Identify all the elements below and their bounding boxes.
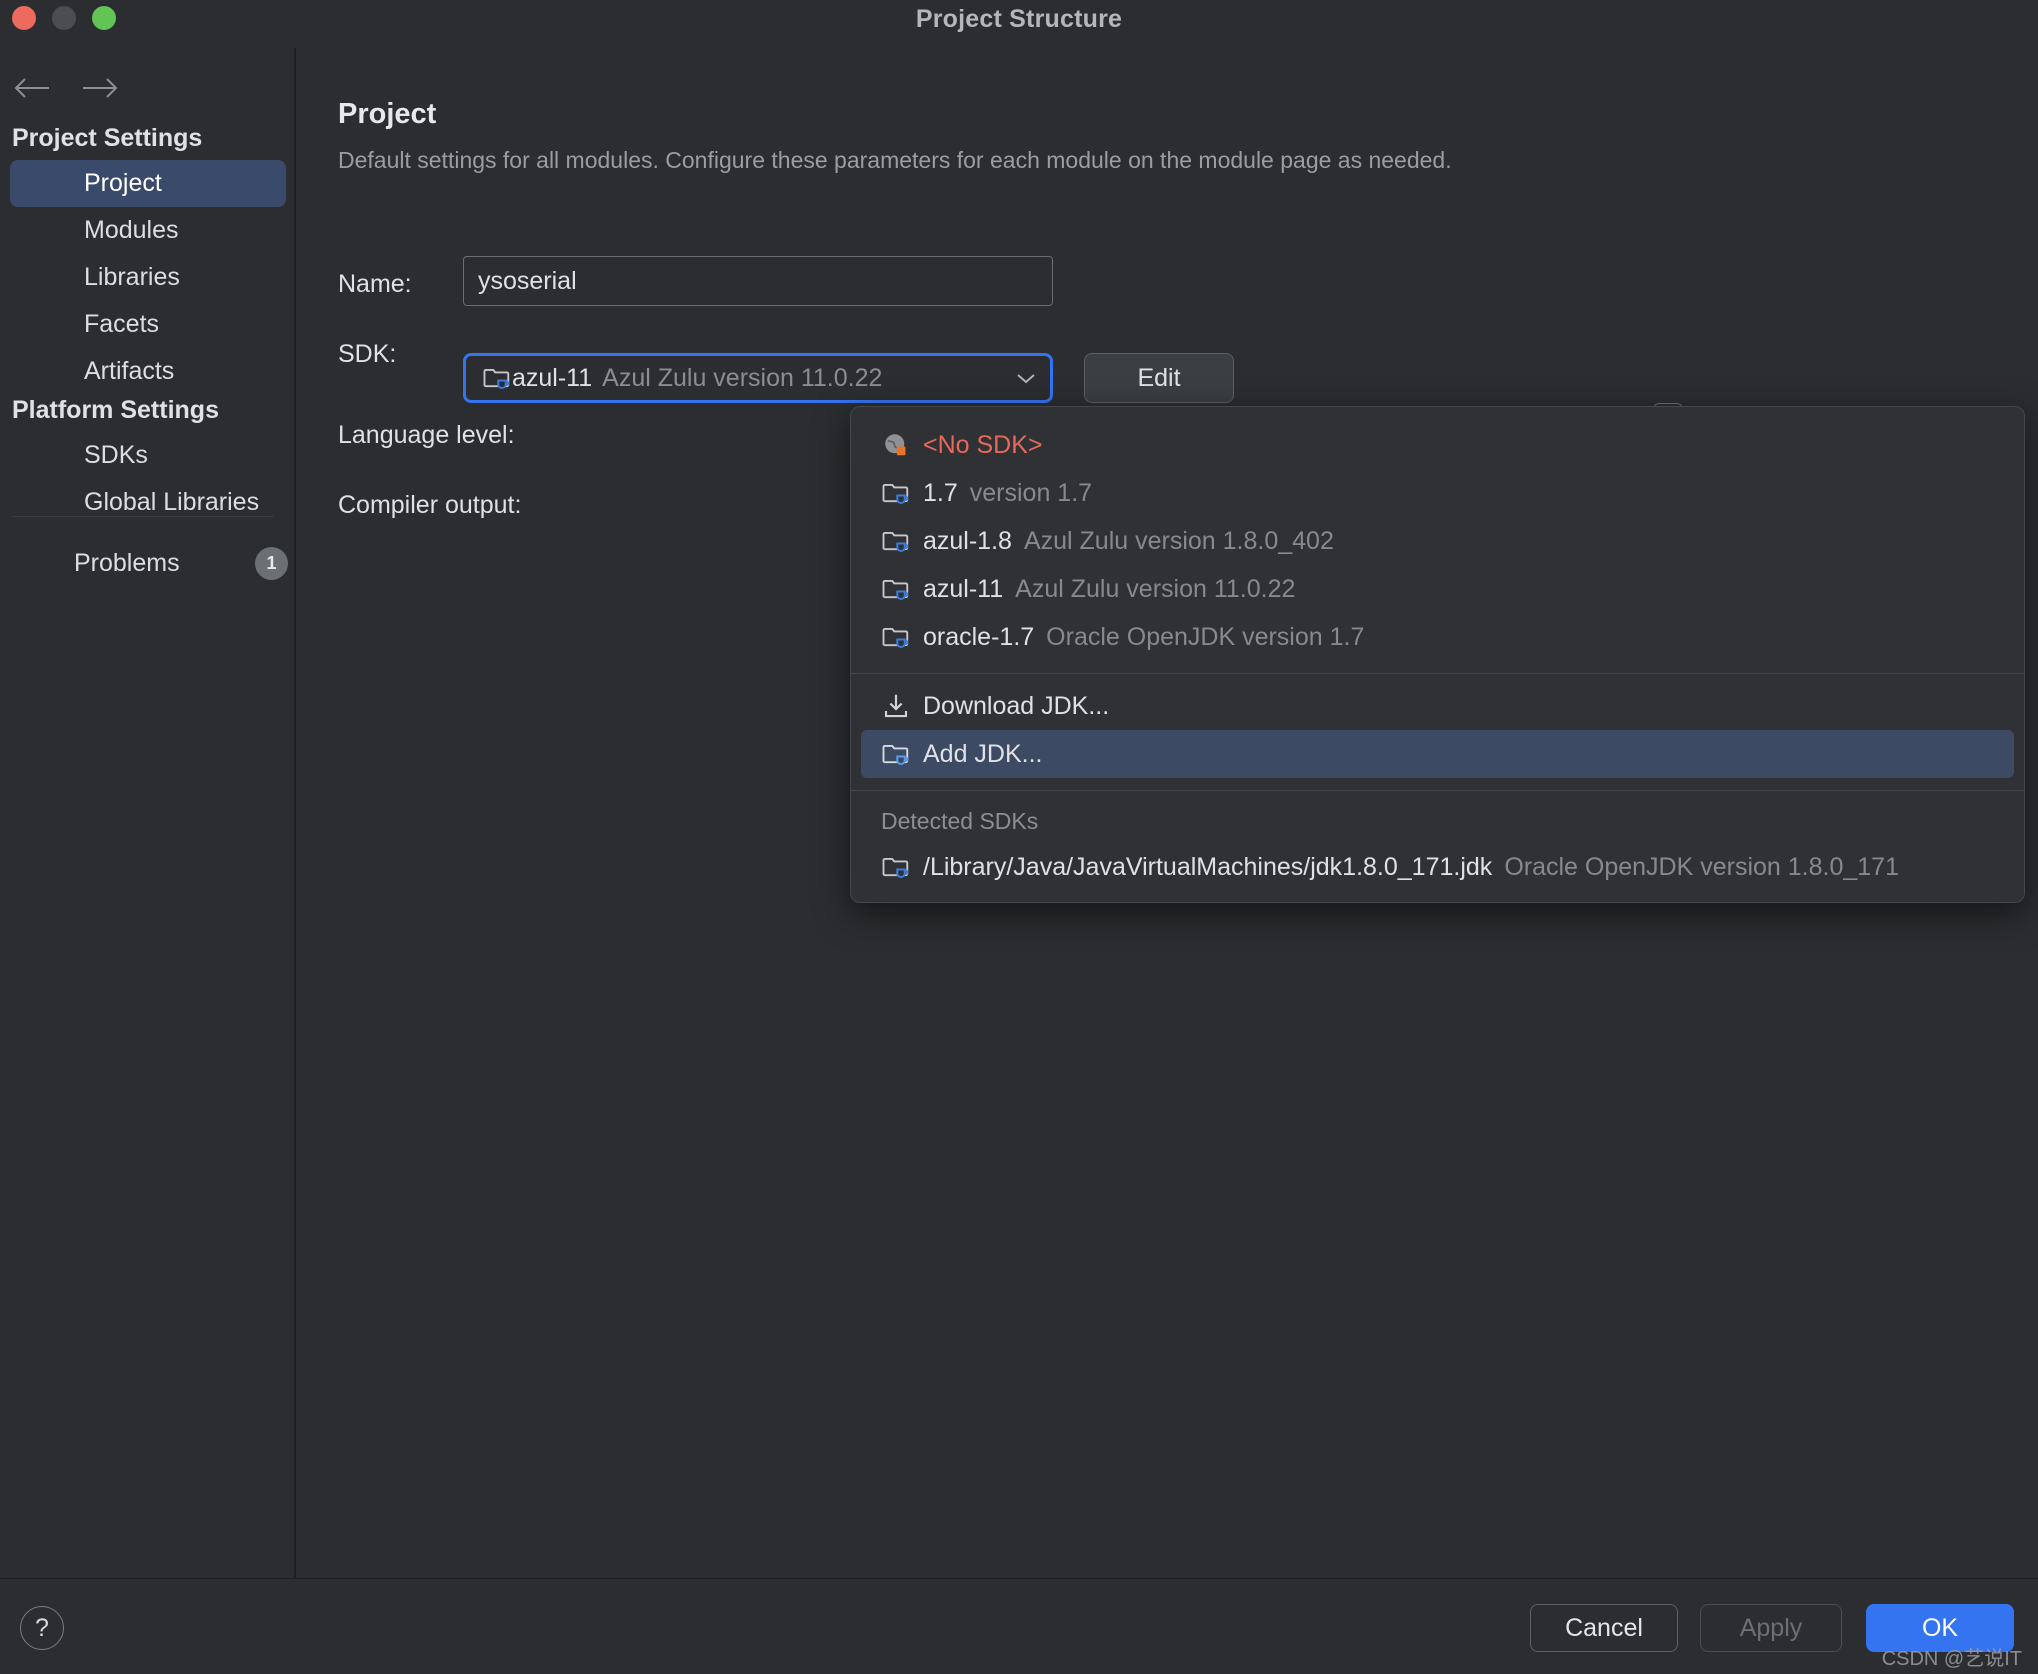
sdk-combobox[interactable]: azul-11 Azul Zulu version 11.0.22 [463, 353, 1053, 403]
apply-button[interactable]: Apply [1700, 1604, 1842, 1652]
compiler-output-field-label: Compiler output: [338, 491, 521, 520]
sidebar-item-label: Problems [0, 549, 180, 578]
sdk-option-name: azul-11 [923, 575, 1003, 604]
language-level-field-label: Language level: [338, 421, 515, 450]
sidebar-item-label: Artifacts [84, 357, 174, 385]
sdk-name: azul-11 [512, 364, 592, 393]
sidebar-item-label: Modules [84, 216, 179, 244]
sdk-option-name: /Library/Java/JavaVirtualMachines/jdk1.8… [923, 853, 1492, 882]
sdk-field-label: SDK: [338, 340, 396, 369]
window-title: Project Structure [0, 0, 2038, 48]
sidebar-item-problems[interactable]: Problems 1 [0, 541, 296, 585]
jdk-icon [881, 574, 911, 604]
sidebar-item-label: Facets [84, 310, 159, 338]
sdk-option-1-7[interactable]: 1.7 version 1.7 [851, 469, 2024, 517]
help-button[interactable]: ? [20, 1606, 64, 1650]
sdk-description: Azul Zulu version 11.0.22 [602, 364, 882, 393]
sidebar-item-label: Global Libraries [84, 488, 259, 516]
sdk-action-label: Download JDK... [923, 692, 1109, 721]
edit-sdk-button-label: Edit [1137, 364, 1180, 393]
dialog-footer: ? Cancel Apply OK CSDN @艺说IT [0, 1578, 2038, 1674]
sdk-combobox-value: azul-11 Azul Zulu version 11.0.22 [512, 364, 1012, 393]
sdk-detected-jdk-1-8-0-171[interactable]: /Library/Java/JavaVirtualMachines/jdk1.8… [851, 843, 2024, 891]
project-settings-panel: Project Default settings for all modules… [298, 48, 2038, 1578]
page-title: Project [338, 98, 436, 131]
popup-divider [851, 790, 2024, 791]
sdk-option-name: oracle-1.7 [923, 623, 1034, 652]
jdk-icon [881, 478, 911, 508]
sdk-option-azul-11[interactable]: azul-11 Azul Zulu version 11.0.22 [851, 565, 2024, 613]
sdk-option-azul-1-8[interactable]: azul-1.8 Azul Zulu version 1.8.0_402 [851, 517, 2024, 565]
problems-count-badge: 1 [255, 547, 288, 580]
project-structure-window: Project Structure Project Settings Proje… [0, 0, 2038, 1674]
edit-sdk-button[interactable]: Edit [1084, 353, 1234, 403]
sdk-option-name: 1.7 [923, 479, 958, 508]
sdk-action-label: Add JDK... [923, 740, 1043, 769]
chevron-down-icon[interactable] [1012, 364, 1040, 392]
page-subtitle: Default settings for all modules. Config… [338, 147, 1452, 174]
jdk-icon [482, 363, 512, 393]
sidebar-item-modules[interactable]: Modules [10, 207, 286, 254]
title-bar: Project Structure [0, 0, 2038, 48]
sdk-dropdown-list: <No SDK> 1.7 version 1.7 [851, 407, 2024, 891]
sidebar-group-header: Platform Settings [0, 388, 296, 432]
name-field-label: Name: [338, 270, 412, 299]
jdk-icon [881, 739, 911, 769]
sdk-option-no-sdk[interactable]: <No SDK> [851, 421, 2024, 469]
sidebar-item-label: SDKs [84, 441, 148, 469]
sdk-option-oracle-1-7[interactable]: oracle-1.7 Oracle OpenJDK version 1.7 [851, 613, 2024, 661]
help-icon: ? [35, 1614, 49, 1643]
sdk-action-add-jdk[interactable]: Add JDK... [861, 730, 2014, 778]
sdk-option-desc: Azul Zulu version 11.0.22 [1015, 575, 1295, 604]
sidebar-item-label: Libraries [84, 263, 180, 291]
sdk-option-desc: Oracle OpenJDK version 1.7 [1046, 623, 1364, 652]
sidebar-divider [12, 516, 274, 517]
apply-button-label: Apply [1740, 1614, 1803, 1643]
project-name-input[interactable] [463, 256, 1053, 306]
detected-sdks-caption: Detected SDKs [851, 799, 2024, 843]
sidebar-group-header: Project Settings [0, 116, 296, 160]
watermark: CSDN @艺说IT [1882, 1642, 2022, 1671]
sidebar-item-facets[interactable]: Facets [10, 301, 286, 348]
sdk-option-desc: Azul Zulu version 1.8.0_402 [1024, 527, 1334, 556]
sdk-option-name: azul-1.8 [923, 527, 1012, 556]
settings-sidebar: Project Settings Project Modules Librari… [0, 48, 296, 1578]
sdk-option-name: <No SDK> [923, 431, 1043, 460]
sdk-option-desc: version 1.7 [970, 479, 1092, 508]
sdk-option-desc: Oracle OpenJDK version 1.8.0_171 [1504, 853, 1899, 882]
sdk-dropdown-popup: <No SDK> 1.7 version 1.7 [850, 406, 2025, 903]
sdk-action-download-jdk[interactable]: Download JDK... [851, 682, 2024, 730]
cancel-button[interactable]: Cancel [1530, 1604, 1678, 1652]
jdk-icon [881, 622, 911, 652]
sidebar-item-libraries[interactable]: Libraries [10, 254, 286, 301]
ok-button-label: OK [1922, 1614, 1958, 1643]
sidebar-item-sdks[interactable]: SDKs [10, 432, 286, 479]
forward-arrow-icon[interactable] [80, 68, 120, 108]
sidebar-item-label: Project [84, 169, 162, 197]
history-navigation [12, 68, 120, 108]
popup-divider [851, 673, 2024, 674]
back-arrow-icon[interactable] [12, 68, 52, 108]
jdk-icon [881, 852, 911, 882]
sidebar-item-global-libraries[interactable]: Global Libraries [10, 479, 286, 526]
sidebar-item-project[interactable]: Project [10, 160, 286, 207]
cancel-button-label: Cancel [1565, 1614, 1643, 1643]
jdk-icon [881, 526, 911, 556]
no-sdk-icon [881, 430, 911, 460]
download-icon [881, 691, 911, 721]
sidebar-group-platform-settings: Platform Settings SDKs Global Libraries [0, 388, 296, 526]
sidebar-group-project-settings: Project Settings Project Modules Librari… [0, 116, 296, 395]
